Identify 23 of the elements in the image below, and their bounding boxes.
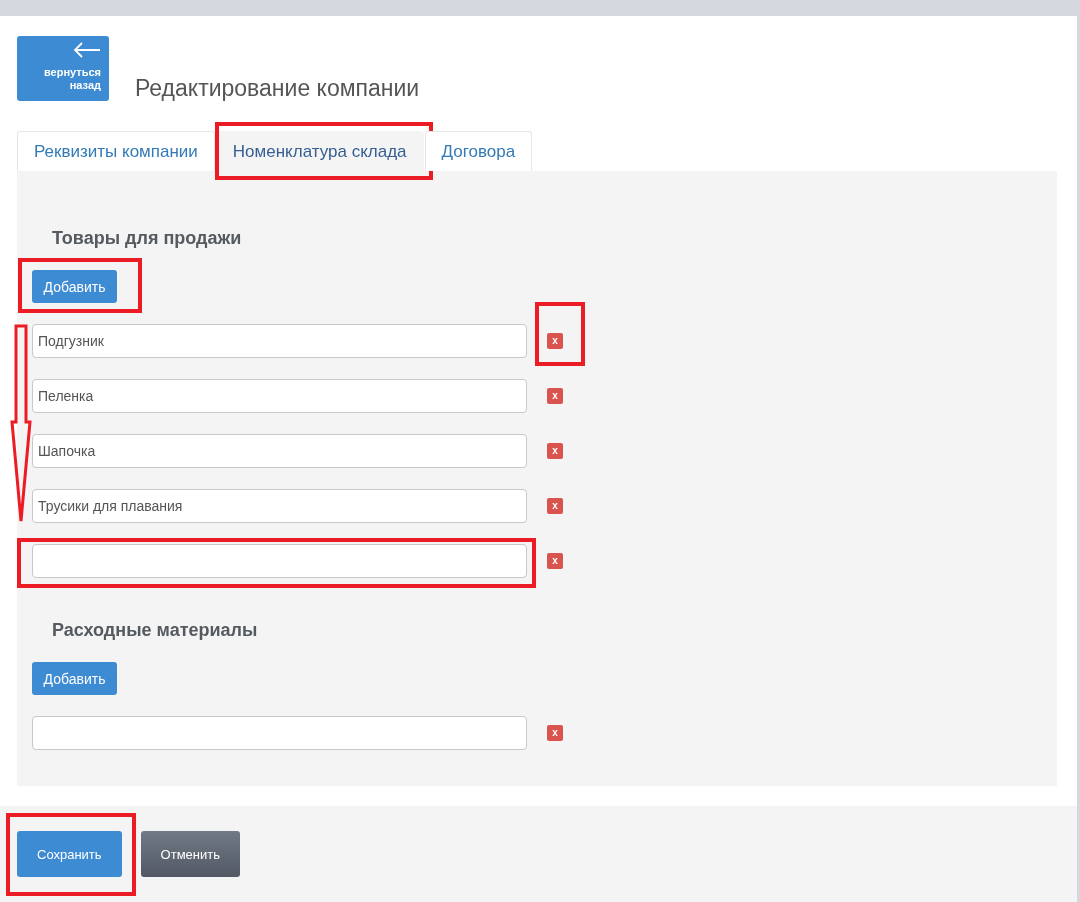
text-field[interactable] (32, 716, 527, 750)
section-heading: Расходные материалы (52, 620, 258, 640)
add-button[interactable]: Добавить (32, 662, 117, 695)
tab[interactable]: Договора (424, 131, 533, 171)
text-field[interactable] (32, 544, 527, 578)
arrow-left-icon (73, 42, 101, 58)
section-heading: Товары для продажи (52, 228, 242, 248)
add-button[interactable]: Добавить (32, 270, 117, 303)
delete-button[interactable]: x (547, 388, 563, 404)
text-field[interactable]: Трусики для плавания (32, 489, 527, 523)
delete-button[interactable]: x (547, 333, 563, 349)
page-title: Редактирование компании (135, 75, 420, 101)
text-field[interactable]: Шапочка (32, 434, 527, 468)
tab[interactable]: Реквизиты компании (17, 131, 215, 171)
text-field[interactable]: Подгузник (32, 324, 527, 358)
cancel-button[interactable]: Отменить (140, 831, 240, 877)
back-button[interactable]: вернуться назад (17, 36, 109, 101)
delete-button[interactable]: x (547, 443, 563, 459)
text-field[interactable]: Пеленка (32, 379, 527, 413)
delete-button[interactable]: x (547, 725, 563, 741)
delete-button[interactable]: x (547, 498, 563, 514)
save-button[interactable]: Сохранить (17, 831, 122, 877)
delete-button[interactable]: x (547, 553, 563, 569)
